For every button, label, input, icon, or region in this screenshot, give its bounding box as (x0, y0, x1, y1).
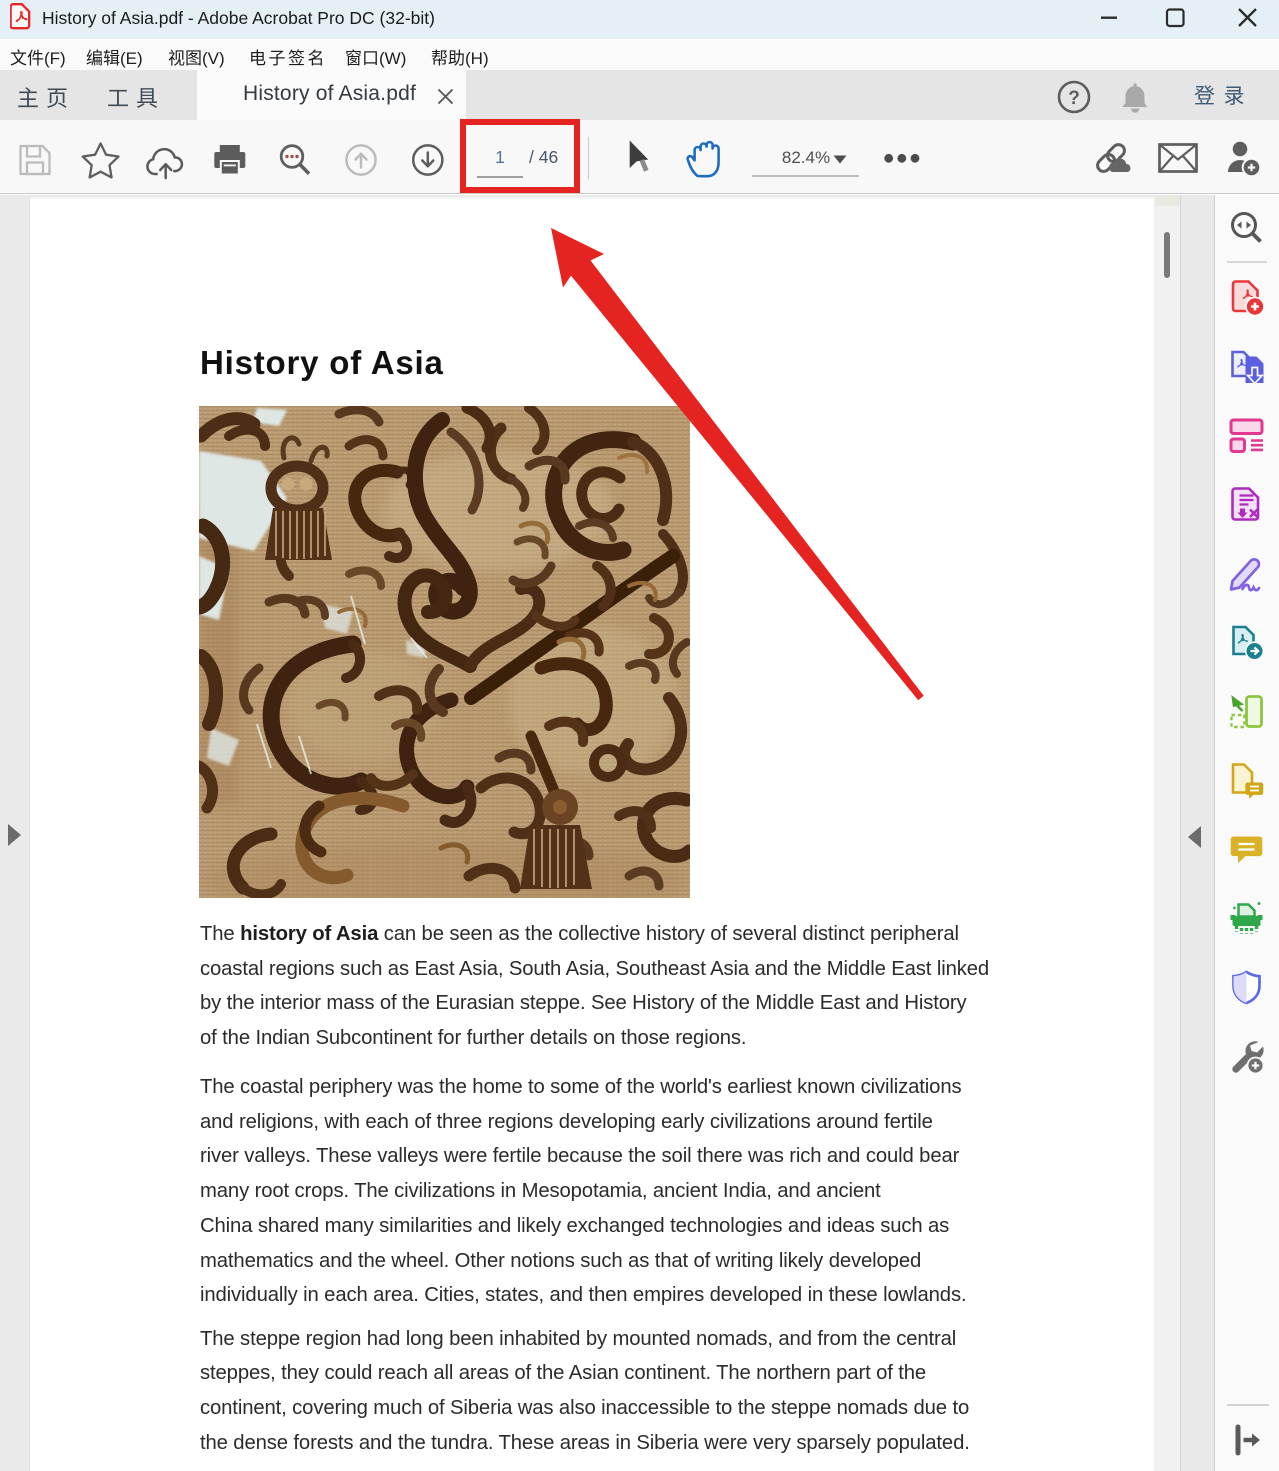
svg-text:?: ? (1068, 88, 1080, 109)
